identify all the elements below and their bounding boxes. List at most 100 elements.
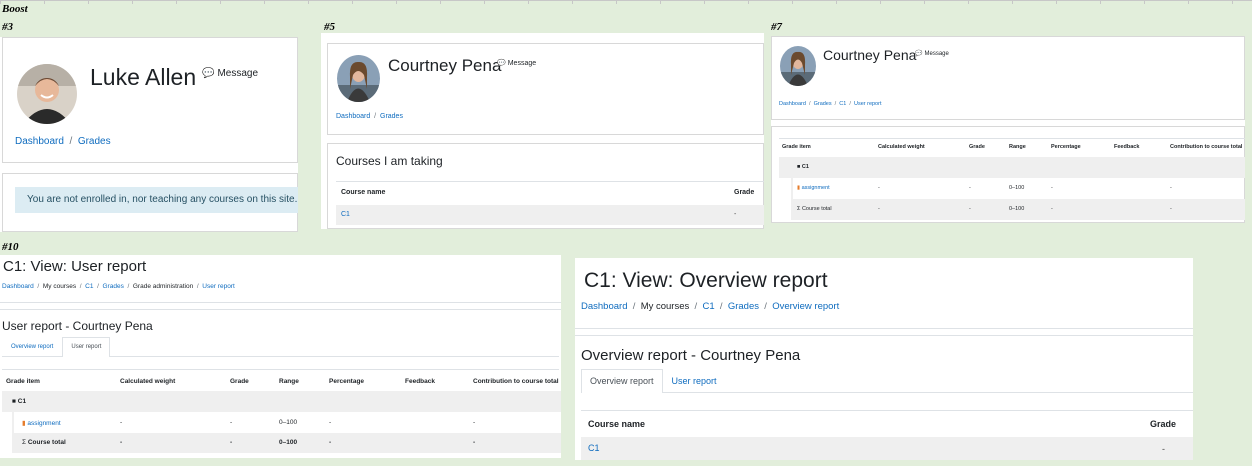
message-button[interactable]: 💬 Message bbox=[497, 59, 537, 68]
ruler-tick bbox=[44, 0, 45, 4]
breadcrumb-my-courses: My courses bbox=[640, 301, 690, 312]
breadcrumb-grades[interactable]: Grades bbox=[380, 113, 403, 120]
sigma-icon: Σ bbox=[22, 439, 27, 446]
breadcrumb: Dashboard / Grades bbox=[336, 113, 403, 120]
ruler-tick bbox=[836, 0, 837, 4]
chat-icon: 💬 bbox=[497, 60, 506, 67]
ruler-tick bbox=[0, 0, 1, 4]
ruler-tick bbox=[1100, 0, 1101, 4]
ruler-tick bbox=[924, 0, 925, 4]
course-link[interactable]: C1 bbox=[588, 443, 600, 453]
page-title: C1: View: Overview report bbox=[584, 269, 828, 292]
ruler-tick bbox=[88, 0, 89, 4]
col-contribution: Contribution to course total bbox=[1170, 144, 1243, 150]
col-grade: Grade bbox=[969, 144, 985, 150]
breadcrumb-dashboard[interactable]: Dashboard bbox=[15, 136, 64, 147]
tab-user-report[interactable]: User report bbox=[663, 369, 726, 392]
ruler-tick bbox=[1012, 0, 1013, 4]
panel-overview: C1: View: Overview report Dashboard / My… bbox=[575, 258, 1193, 460]
ruler-tick bbox=[396, 0, 397, 4]
report-tabs: Overview report User report bbox=[2, 337, 559, 357]
grade-value: - bbox=[734, 211, 737, 218]
col-grade-item: Grade item bbox=[782, 144, 811, 150]
breadcrumb-c1[interactable]: C1 bbox=[702, 301, 714, 312]
user-avatar[interactable] bbox=[17, 64, 77, 124]
ruler-tick bbox=[264, 0, 265, 4]
tab-user-report[interactable]: User report bbox=[62, 337, 111, 357]
ruler-tick bbox=[616, 0, 617, 4]
table-row bbox=[336, 205, 764, 225]
category-label: ■ C1 bbox=[797, 164, 809, 170]
ruler-tick bbox=[572, 0, 573, 4]
col-range: Range bbox=[279, 378, 299, 385]
ruler-tick bbox=[1188, 0, 1189, 4]
breadcrumb-dashboard[interactable]: Dashboard bbox=[2, 283, 34, 290]
ruler-tick bbox=[1144, 0, 1145, 4]
folder-icon: ■ bbox=[12, 398, 16, 405]
course-total-item: Σ Course total bbox=[797, 206, 832, 212]
ruler-tick bbox=[1232, 0, 1233, 4]
breadcrumb: Dashboard / Grades bbox=[15, 136, 111, 147]
panel-5: Courtney Pena 💬 Message Dashboard / Grad… bbox=[321, 33, 764, 229]
breadcrumb-dashboard[interactable]: Dashboard bbox=[336, 113, 370, 120]
chat-icon: 💬 bbox=[915, 51, 923, 57]
col-weight: Calculated weight bbox=[878, 144, 925, 150]
message-label: Message bbox=[507, 59, 537, 67]
user-avatar[interactable] bbox=[337, 55, 380, 102]
assignment-item[interactable]: ▮ assignment bbox=[797, 185, 830, 191]
ruler-tick bbox=[792, 0, 793, 4]
message-label: Message bbox=[924, 50, 949, 57]
col-percentage: Percentage bbox=[329, 378, 365, 385]
ruler-tick bbox=[132, 0, 133, 4]
label-3: #3 bbox=[2, 21, 13, 33]
col-grade: Grade bbox=[734, 189, 755, 196]
ruler-tick bbox=[880, 0, 881, 4]
user-avatar[interactable] bbox=[780, 46, 816, 86]
breadcrumb-grades[interactable]: Grades bbox=[814, 101, 832, 107]
message-button[interactable]: 💬 Message bbox=[202, 68, 258, 79]
courses-title: Courses I am taking bbox=[336, 154, 443, 168]
breadcrumb-overview-report[interactable]: Overview report bbox=[772, 301, 839, 312]
message-button[interactable]: 💬 Message bbox=[915, 50, 949, 58]
breadcrumb-grades[interactable]: Grades bbox=[103, 283, 124, 290]
divider bbox=[336, 181, 764, 182]
report-subtitle: Overview report - Courtney Pena bbox=[581, 347, 801, 364]
assignment-item[interactable]: ▮ assignment bbox=[22, 419, 61, 427]
col-contribution: Contribution to course total bbox=[473, 378, 559, 385]
col-grade: Grade bbox=[1150, 419, 1177, 429]
notice-alert: You are not enrolled in, nor teaching an… bbox=[15, 187, 298, 213]
breadcrumb-user-report[interactable]: User report bbox=[854, 101, 882, 107]
profile-name: Luke Allen bbox=[90, 64, 197, 90]
assignment-icon: ▮ bbox=[797, 185, 801, 191]
category-label: ■ C1 bbox=[12, 398, 27, 405]
panel-10: C1: View: User report Dashboard / My cou… bbox=[0, 255, 561, 458]
breadcrumb-dashboard[interactable]: Dashboard bbox=[779, 101, 806, 107]
ruler-tick bbox=[968, 0, 969, 4]
chat-icon: 💬 bbox=[202, 68, 215, 79]
col-grade: Grade bbox=[230, 378, 249, 385]
col-range: Range bbox=[1009, 144, 1026, 150]
tab-overview-report[interactable]: Overview report bbox=[2, 337, 62, 356]
sigma-icon: Σ bbox=[797, 206, 801, 212]
breadcrumb-c1[interactable]: C1 bbox=[85, 283, 93, 290]
col-course-name: Course name bbox=[341, 189, 386, 196]
category-row bbox=[779, 157, 1245, 178]
table-row bbox=[581, 437, 1193, 460]
breadcrumb-grades[interactable]: Grades bbox=[78, 136, 111, 147]
ruler-tick bbox=[528, 0, 529, 4]
label-10: #10 bbox=[2, 241, 19, 253]
course-link[interactable]: C1 bbox=[341, 211, 350, 218]
breadcrumb-dashboard[interactable]: Dashboard bbox=[581, 301, 627, 312]
breadcrumb: Dashboard / My courses / C1 / Grades / O… bbox=[581, 301, 840, 312]
col-course-name: Course name bbox=[588, 419, 646, 429]
panel-3: Luke Allen 💬 Message Dashboard / Grades … bbox=[0, 37, 298, 232]
label-5: #5 bbox=[324, 21, 335, 33]
ruler-tick bbox=[704, 0, 705, 4]
breadcrumb-user-report[interactable]: User report bbox=[202, 283, 235, 290]
col-weight: Calculated weight bbox=[120, 378, 176, 385]
breadcrumb-c1[interactable]: C1 bbox=[839, 101, 846, 107]
breadcrumb-grades[interactable]: Grades bbox=[728, 301, 759, 312]
ruler-tick bbox=[220, 0, 221, 4]
ruler-tick bbox=[484, 0, 485, 4]
tab-overview-report[interactable]: Overview report bbox=[581, 369, 663, 393]
